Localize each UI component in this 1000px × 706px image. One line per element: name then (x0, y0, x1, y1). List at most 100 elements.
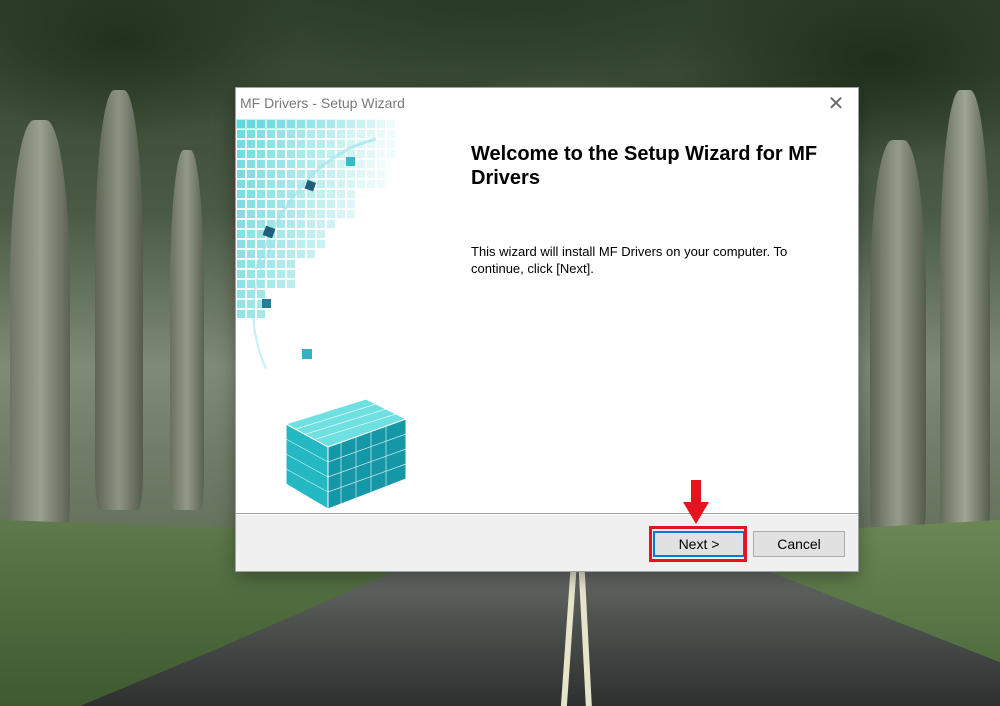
banner-tile (317, 240, 325, 248)
banner-tile (357, 180, 365, 188)
banner-tile (307, 200, 315, 208)
banner-tile (237, 300, 245, 308)
next-button-highlight (649, 526, 747, 562)
banner-tile (257, 140, 265, 148)
banner-tile (337, 160, 345, 168)
banner-tile (317, 210, 325, 218)
banner-tile (307, 160, 315, 168)
banner-tile (237, 150, 245, 158)
banner-tile (347, 130, 355, 138)
banner-tile (287, 130, 295, 138)
banner-tile (277, 120, 285, 128)
banner-tile (247, 180, 255, 188)
footer-separator-highlight (236, 514, 858, 515)
banner-tile (277, 190, 285, 198)
banner-tile (317, 190, 325, 198)
banner-tile (257, 160, 265, 168)
banner-tile (237, 270, 245, 278)
banner-tile (237, 130, 245, 138)
banner-tile (277, 160, 285, 168)
banner-tile (307, 150, 315, 158)
welcome-description: This wizard will install MF Drivers on y… (471, 244, 788, 276)
banner-tile (357, 120, 365, 128)
banner-tile (337, 130, 345, 138)
banner-tile (287, 180, 295, 188)
close-button[interactable]: ✕ (814, 88, 858, 119)
banner-tile (387, 140, 395, 148)
banner-tile (237, 250, 245, 258)
banner-tile (297, 120, 305, 128)
banner-tile (287, 120, 295, 128)
banner-tile (287, 150, 295, 158)
setup-wizard-dialog: MF Drivers - Setup Wizard ✕ Welcome to t… (236, 88, 858, 571)
banner-tile (377, 170, 385, 178)
banner-tile (267, 120, 275, 128)
banner-tile (267, 260, 275, 268)
banner-tile (327, 180, 335, 188)
banner-tile (267, 190, 275, 198)
banner-tile (327, 170, 335, 178)
banner-tile (317, 130, 325, 138)
tree-trunk (870, 140, 926, 540)
banner-tile (327, 200, 335, 208)
banner-tile (357, 150, 365, 158)
banner-tile (377, 150, 385, 158)
banner-tile (307, 250, 315, 258)
banner-tile (257, 180, 265, 188)
banner-tile (367, 160, 375, 168)
banner-tile (257, 310, 265, 318)
banner-tile (307, 120, 315, 128)
banner-tile (247, 140, 255, 148)
banner-tile (277, 270, 285, 278)
banner-tile (327, 130, 335, 138)
banner-tile (337, 140, 345, 148)
banner-tile (247, 210, 255, 218)
banner-tile (247, 270, 255, 278)
banner-tile (247, 260, 255, 268)
title-bar[interactable]: MF Drivers - Setup Wizard ✕ (236, 88, 858, 119)
banner-tile (237, 240, 245, 248)
cancel-button[interactable]: Cancel (753, 531, 845, 557)
banner-tile (247, 240, 255, 248)
tree-trunk (170, 150, 204, 510)
down-arrow-icon (683, 480, 709, 524)
banner-tile (237, 140, 245, 148)
banner-tile (247, 250, 255, 258)
banner-tile (247, 170, 255, 178)
banner-tile (287, 240, 295, 248)
banner-tile (267, 140, 275, 148)
banner-tile (237, 290, 245, 298)
banner-tile (337, 190, 345, 198)
banner-tile (387, 120, 395, 128)
banner-tile (247, 120, 255, 128)
banner-tile (257, 170, 265, 178)
banner-tile (277, 130, 285, 138)
banner-tile (257, 120, 265, 128)
banner-tile (347, 200, 355, 208)
banner-tile (347, 190, 355, 198)
banner-tile (257, 290, 265, 298)
banner-tile (267, 170, 275, 178)
banner-tile (357, 170, 365, 178)
window-title: MF Drivers - Setup Wizard (240, 95, 405, 111)
banner-tile (277, 260, 285, 268)
banner-tile (257, 200, 265, 208)
banner-tile (247, 280, 255, 288)
banner-tile (237, 260, 245, 268)
banner-tile (307, 220, 315, 228)
banner-tile (307, 130, 315, 138)
banner-tile (307, 190, 315, 198)
banner-tile (377, 180, 385, 188)
banner-tile (247, 150, 255, 158)
banner-tile (247, 160, 255, 168)
banner-tile (237, 190, 245, 198)
banner-tile (297, 140, 305, 148)
banner-tile (327, 140, 335, 148)
banner-tile (387, 150, 395, 158)
banner-tile (237, 160, 245, 168)
banner-tile (337, 120, 345, 128)
banner-tile (347, 180, 355, 188)
banner-tile (347, 210, 355, 218)
banner-tile (327, 120, 335, 128)
banner-tile (317, 180, 325, 188)
